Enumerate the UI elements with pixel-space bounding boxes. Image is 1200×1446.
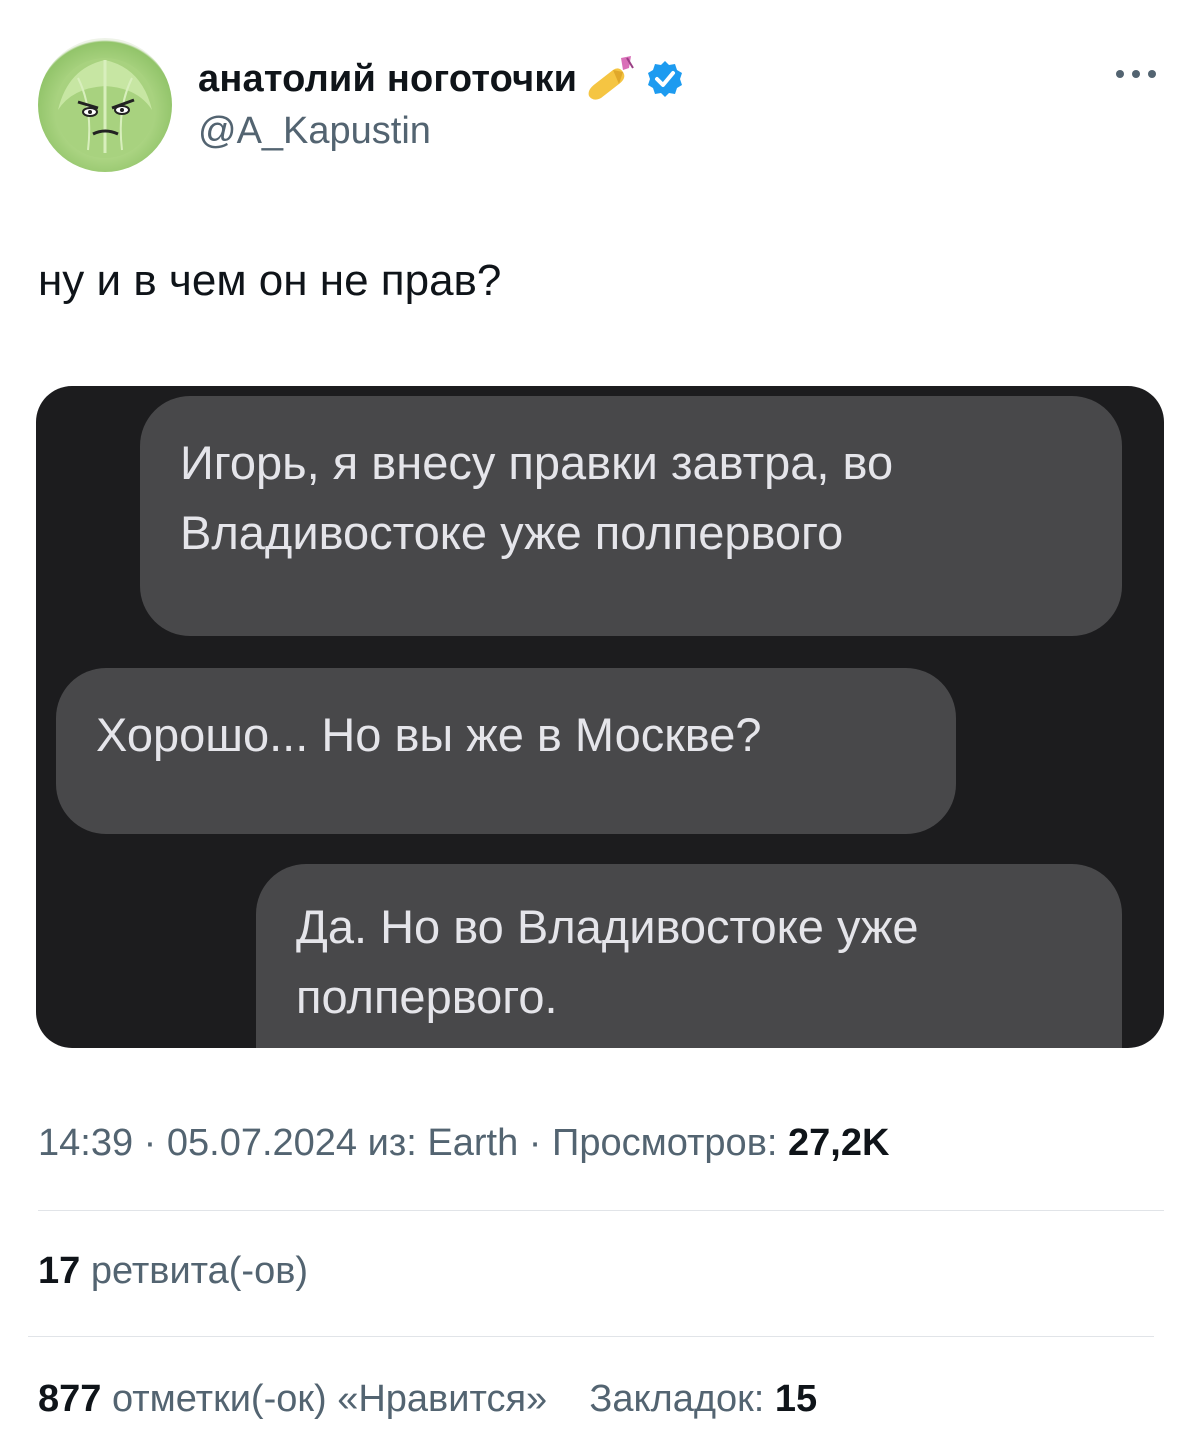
views-count[interactable]: 27,2K	[788, 1122, 889, 1164]
likes-stat[interactable]: 877 отметки(-ок) «Нравится»	[38, 1378, 558, 1420]
tweet-meta: 14:39 · 05.07.2024 из: Earth · Просмотро…	[38, 1122, 889, 1165]
more-dots-icon[interactable]	[1114, 62, 1158, 86]
message-line: Игорь, я внесу правки завтра, во	[180, 436, 894, 489]
source-prefix: из:	[367, 1122, 417, 1164]
message-bubble: Хорошо... Но вы же в Москве?	[56, 668, 956, 834]
nail-polish-icon	[588, 56, 635, 100]
verified-badge-icon	[648, 61, 683, 97]
tweet-date[interactable]: 05.07.2024	[167, 1122, 357, 1164]
tweet-source: Earth	[427, 1122, 519, 1164]
views-label: Просмотров:	[552, 1122, 778, 1164]
bookmarks-count: 15	[774, 1378, 818, 1420]
retweets-label: ретвита(-ов)	[90, 1250, 309, 1292]
retweets-stat[interactable]: 17 ретвита(-ов)	[38, 1250, 308, 1293]
bookmarks-stat[interactable]: Закладок: 15	[589, 1378, 817, 1420]
avatar[interactable]	[38, 38, 172, 172]
retweets-count: 17	[38, 1250, 81, 1292]
message-bubble: Игорь, я внесу правки завтра, во Владиво…	[140, 396, 1122, 636]
message-bubble: Да. Но во Владивостоке уже полпервого.	[256, 864, 1122, 1048]
cabbage-face-avatar	[55, 58, 155, 158]
likes-label: отметки(-ок) «Нравится»	[111, 1378, 548, 1420]
divider	[28, 1336, 1154, 1337]
message-line: Хорошо... Но вы же в Москве?	[96, 708, 762, 761]
author-display-name[interactable]: анатолий ноготочки	[198, 58, 577, 101]
divider	[38, 1210, 1164, 1211]
likes-count: 877	[38, 1378, 102, 1420]
tweet-time[interactable]: 14:39	[38, 1122, 133, 1164]
message-line: полпервого.	[296, 970, 558, 1023]
chat-screenshot-image[interactable]: Игорь, я внесу правки завтра, во Владиво…	[36, 386, 1164, 1048]
message-line: Да. Но во Владивостоке уже	[296, 900, 919, 953]
likes-bookmarks-stat: 877 отметки(-ок) «Нравится» Закладок: 15	[38, 1378, 817, 1421]
author-handle[interactable]: @A_Kapustin	[198, 110, 431, 153]
separator-dot: ·	[528, 1122, 553, 1164]
tweet-text: ну и в чем он не прав?	[38, 256, 502, 305]
separator-dot: ·	[143, 1122, 167, 1164]
message-line: Владивостоке уже полпервого	[180, 506, 844, 559]
author-name-row[interactable]: анатолий ноготочки	[198, 54, 685, 104]
bookmarks-label: Закладок:	[589, 1378, 765, 1420]
